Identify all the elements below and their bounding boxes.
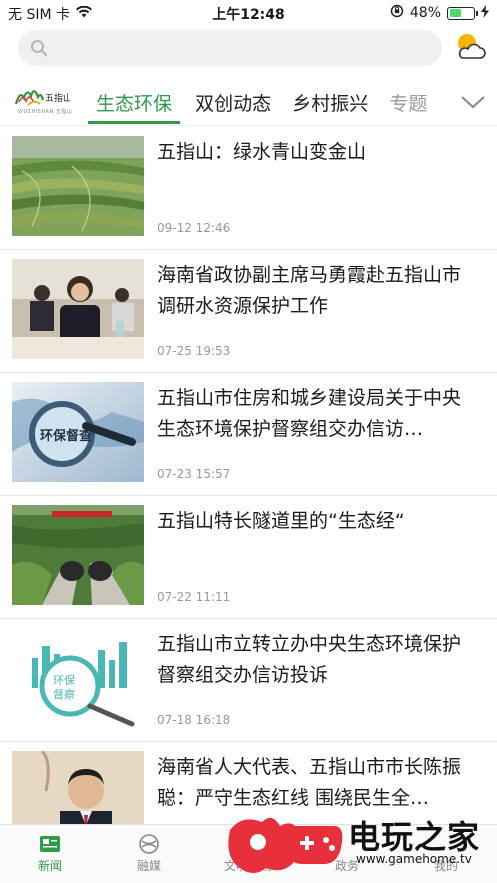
inspection-magnifier-thumbnail: 环保督查	[12, 382, 144, 482]
bottom-tab-media[interactable]: 融媒	[109, 831, 189, 874]
battery-percent: 48%	[409, 5, 441, 21]
gamepad-logo-icon	[228, 817, 343, 873]
news-item[interactable]: 五指山：绿水青山变金山 09-12 12:46	[0, 127, 497, 250]
eco-inspection-thumbnail: 环保 督察	[12, 628, 144, 728]
tunnel-aerial-thumbnail	[12, 505, 144, 605]
bottom-tab-news[interactable]: 新闻	[10, 831, 90, 874]
search-input[interactable]	[18, 30, 442, 66]
bottom-tab-label: 融媒	[136, 859, 161, 873]
news-list: 五指山：绿水青山变金山 09-12 12:46 海南省政协副主席马勇霞赴五指山市…	[0, 127, 497, 865]
news-item[interactable]: 环保督查 五指山市住房和城乡建设局关于中央生态环境保护督察组交办信访… 07-2…	[0, 373, 497, 496]
news-title: 海南省政协副主席马勇霞赴五指山市调研水资源保护工作	[157, 264, 462, 317]
news-item[interactable]: 海南省政协副主席马勇霞赴五指山市调研水资源保护工作 07-25 19:53	[0, 250, 497, 373]
news-title: 海南省人大代表、五指山市市长陈振聪：严守生态红线 围绕民生全…	[157, 756, 462, 809]
news-date: 09-12 12:46	[157, 221, 231, 235]
svg-text:五指山: 五指山	[45, 92, 70, 104]
news-item[interactable]: 五指山特长隧道里的“生态经“ 07-22 11:11	[0, 496, 497, 619]
chevron-down-icon[interactable]	[458, 90, 488, 114]
search-icon	[30, 39, 48, 61]
site-watermark: 电玩之家 www.gamehome.tv	[220, 808, 497, 883]
logo-subtext: WUZHISHAN 五指山	[18, 109, 73, 115]
channel-bar: 五指山 WUZHISHAN 五指山 生态环保 双创动态 乡村振兴 专题	[0, 78, 497, 126]
channel-tabs: 生态环保 双创动态 乡村振兴 专题	[88, 78, 456, 126]
bottom-tab-label: 新闻	[37, 859, 62, 873]
news-date: 07-22 11:11	[157, 590, 231, 604]
news-date: 07-25 19:53	[157, 344, 231, 358]
news-title: 五指山：绿水青山变金山	[157, 141, 367, 163]
weather-icon[interactable]	[452, 30, 486, 64]
wuzhishan-logo: 五指山 WUZHISHAN 五指山	[14, 84, 73, 118]
tab-special-topics[interactable]: 专题	[383, 78, 433, 124]
tab-innovation-news[interactable]: 双创动态	[189, 78, 277, 124]
watermark-url: www.gamehome.tv	[356, 852, 472, 866]
charging-icon	[481, 4, 489, 22]
svg-text:环保督查: 环保督查	[40, 428, 93, 444]
media-icon	[109, 831, 189, 857]
news-title: 五指山特长隧道里的“生态经“	[157, 510, 405, 532]
terraced-fields-thumbnail	[12, 136, 144, 236]
news-date: 07-18 16:18	[157, 713, 231, 727]
svg-text:环保: 环保	[53, 673, 75, 687]
news-date: 07-23 15:57	[157, 467, 231, 481]
search-row	[0, 28, 497, 72]
tab-rural-revitalization[interactable]: 乡村振兴	[286, 78, 374, 124]
rotation-lock-icon	[390, 4, 404, 22]
meeting-thumbnail	[12, 259, 144, 359]
battery-icon	[447, 6, 478, 20]
news-icon	[10, 831, 90, 857]
status-bar: 无 SIM 卡 上午12:48 48%	[0, 0, 497, 26]
tab-eco-protection[interactable]: 生态环保	[88, 78, 181, 124]
news-title: 五指山市住房和城乡建设局关于中央生态环境保护督察组交办信访…	[157, 387, 462, 440]
svg-text:督察: 督察	[53, 687, 75, 701]
news-title: 五指山市立转立办中央生态环境保护督察组交办信访投诉	[157, 633, 462, 686]
news-item[interactable]: 环保 督察 五指山市立转立办中央生态环境保护督察组交办信访投诉 07-18 16…	[0, 619, 497, 742]
